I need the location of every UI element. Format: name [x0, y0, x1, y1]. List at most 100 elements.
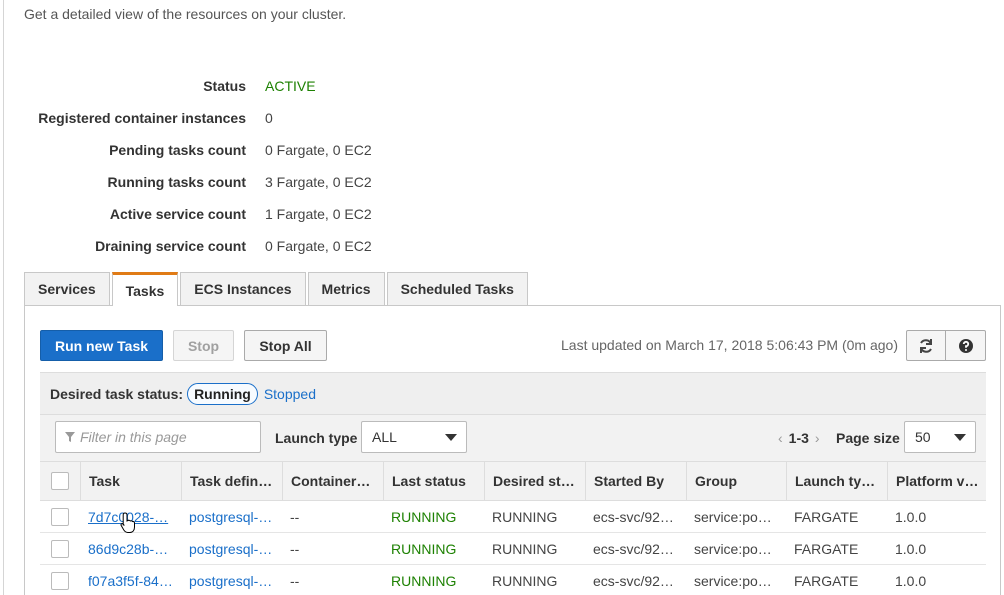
- stop-button[interactable]: Stop: [173, 330, 234, 361]
- task-definition-link[interactable]: postgresql-…: [181, 565, 282, 595]
- tab-services[interactable]: Services: [24, 272, 110, 305]
- last-status-cell: RUNNING: [391, 572, 457, 589]
- task-definition-link[interactable]: postgresql-…: [181, 501, 282, 532]
- detail-pending-tasks: Pending tasks count 0 Fargate, 0 EC2: [0, 134, 500, 166]
- detail-draining-services: Draining service count 0 Fargate, 0 EC2: [0, 230, 500, 262]
- last-status-cell: RUNNING: [391, 508, 457, 525]
- detail-registered-instances: Registered container instances 0: [0, 102, 500, 134]
- started-by-cell: ecs-svc/92…: [593, 508, 674, 525]
- help-button[interactable]: [946, 330, 986, 361]
- desired-status-cell: RUNNING: [492, 572, 558, 589]
- group-cell: service:po…: [694, 572, 772, 589]
- chevron-right-icon[interactable]: ›: [815, 430, 820, 446]
- column-header-desired-status[interactable]: Desired st…: [484, 462, 585, 500]
- last-status-cell: RUNNING: [391, 540, 457, 557]
- launch-type-cell: FARGATE: [794, 508, 859, 525]
- column-header-platform-version[interactable]: Platform v…: [887, 462, 986, 500]
- pagination: ‹ 1-3 ›: [772, 430, 826, 446]
- tab-scheduled-tasks[interactable]: Scheduled Tasks: [386, 272, 528, 305]
- help-icon: [958, 338, 973, 353]
- desired-status-cell: RUNNING: [492, 508, 558, 525]
- detail-status: Status ACTIVE: [0, 70, 500, 102]
- tasks-toolbar: Run new Task Stop Stop All Last updated …: [40, 330, 986, 362]
- column-header-launch-type[interactable]: Launch ty…: [786, 462, 887, 500]
- last-updated-text: Last updated on March 17, 2018 5:06:43 P…: [561, 337, 898, 353]
- row-select-cell: [40, 565, 80, 595]
- row-checkbox[interactable]: [51, 507, 69, 526]
- refresh-button[interactable]: [906, 330, 946, 361]
- page-subtitle: Get a detailed view of the resources on …: [24, 6, 347, 22]
- task-id-link[interactable]: 86d9c28b-…: [80, 533, 181, 564]
- container-instance-cell: --: [290, 572, 300, 589]
- column-header-last-status[interactable]: Last status: [383, 462, 484, 500]
- tab-ecs-instances[interactable]: ECS Instances: [180, 272, 306, 305]
- caret-down-icon: [954, 434, 966, 441]
- group-cell: service:po…: [694, 540, 772, 557]
- hand-cursor-icon: [120, 512, 135, 533]
- table-row: 7d7c0028-… postgresql-… -- RUNNING RUNNI…: [40, 501, 986, 533]
- page-size-value: 50: [915, 429, 931, 445]
- detail-running-tasks: Running tasks count 3 Fargate, 0 EC2: [0, 166, 500, 198]
- refresh-icon: [920, 338, 932, 353]
- table-row: f07a3f5f-84… postgresql-… -- RUNNING RUN…: [40, 565, 986, 595]
- launch-type-select[interactable]: ALL: [361, 421, 467, 453]
- select-all-cell: [40, 462, 80, 500]
- column-header-container-instance[interactable]: Container…: [282, 462, 383, 500]
- run-new-task-button[interactable]: Run new Task: [40, 330, 163, 361]
- cluster-details: Status ACTIVE Registered container insta…: [0, 70, 500, 262]
- launch-type-cell: FARGATE: [794, 572, 859, 589]
- detail-value: 0 Fargate, 0 EC2: [265, 238, 372, 254]
- running-filter-pill[interactable]: Running: [187, 382, 258, 405]
- table-row: 86d9c28b-… postgresql-… -- RUNNING RUNNI…: [40, 533, 986, 565]
- started-by-cell: ecs-svc/92…: [593, 572, 674, 589]
- platform-version-cell: 1.0.0: [895, 572, 927, 589]
- page-size-select[interactable]: 50: [904, 421, 976, 453]
- detail-value: 1 Fargate, 0 EC2: [265, 206, 372, 222]
- stopped-filter-link[interactable]: Stopped: [264, 386, 316, 402]
- desired-status-bar: Desired task status: Running Stopped: [40, 372, 986, 415]
- table-header-row: Task Task defin… Container… Last status …: [40, 461, 986, 501]
- task-definition-link[interactable]: postgresql-…: [181, 533, 282, 564]
- detail-active-services: Active service count 1 Fargate, 0 EC2: [0, 198, 500, 230]
- detail-label: Registered container instances: [38, 110, 246, 126]
- page-range: 1-3: [788, 430, 809, 446]
- desired-status-label: Desired task status:: [50, 385, 184, 402]
- caret-down-icon: [445, 434, 457, 441]
- row-checkbox[interactable]: [51, 571, 69, 590]
- column-header-group[interactable]: Group: [686, 462, 786, 500]
- column-header-started-by[interactable]: Started By: [585, 462, 686, 500]
- tab-metrics[interactable]: Metrics: [307, 272, 385, 305]
- detail-label: Active service count: [109, 206, 246, 222]
- row-select-cell: [40, 533, 80, 564]
- cluster-tabs: Services Tasks ECS Instances Metrics Sch…: [24, 272, 530, 306]
- filter-bar: Filter in this page Launch type ALL ‹ 1-…: [40, 415, 986, 461]
- select-all-checkbox[interactable]: [51, 472, 69, 490]
- tasks-table: Task Task defin… Container… Last status …: [40, 461, 986, 595]
- status-value: ACTIVE: [265, 78, 316, 94]
- stop-all-button[interactable]: Stop All: [244, 330, 327, 361]
- column-header-task[interactable]: Task: [80, 462, 181, 500]
- row-select-cell: [40, 501, 80, 532]
- started-by-cell: ecs-svc/92…: [593, 540, 674, 557]
- filter-placeholder: Filter in this page: [80, 429, 187, 445]
- detail-label: Status: [203, 78, 246, 94]
- column-header-task-definition[interactable]: Task defin…: [181, 462, 282, 500]
- detail-value: 0: [265, 110, 273, 126]
- task-id-link[interactable]: f07a3f5f-84…: [80, 565, 181, 595]
- group-cell: service:po…: [694, 508, 772, 525]
- chevron-left-icon[interactable]: ‹: [778, 430, 783, 446]
- detail-value: 0 Fargate, 0 EC2: [265, 142, 372, 158]
- page-size-label: Page size: [836, 430, 900, 446]
- detail-value: 3 Fargate, 0 EC2: [265, 174, 372, 190]
- platform-version-cell: 1.0.0: [895, 508, 927, 525]
- detail-label: Pending tasks count: [109, 142, 246, 158]
- filter-input[interactable]: Filter in this page: [55, 421, 261, 453]
- detail-label: Draining service count: [95, 238, 246, 254]
- launch-type-value: ALL: [372, 429, 397, 445]
- detail-label: Running tasks count: [107, 174, 246, 190]
- container-instance-cell: --: [290, 540, 300, 557]
- tab-tasks[interactable]: Tasks: [111, 272, 179, 306]
- filter-icon: [65, 432, 75, 442]
- container-instance-cell: --: [290, 508, 300, 525]
- row-checkbox[interactable]: [51, 539, 69, 558]
